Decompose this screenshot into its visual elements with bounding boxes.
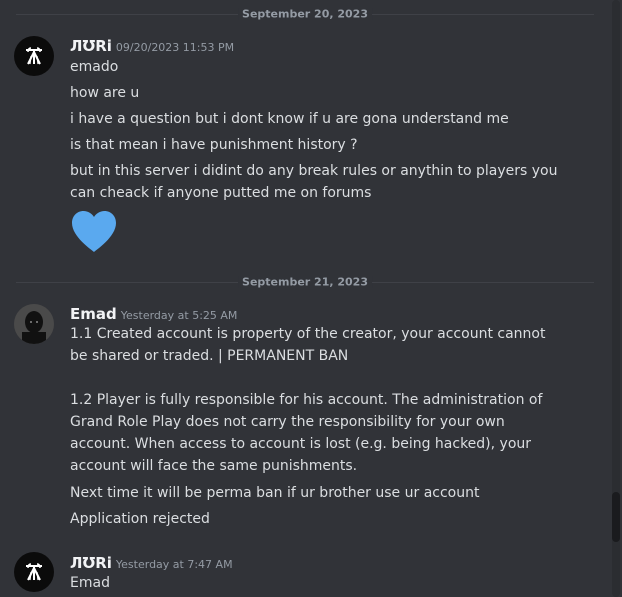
message-text: i have a question but i dont know if u a… (70, 111, 509, 127)
author-name[interactable]: ЛƱRi (70, 37, 112, 55)
avatar[interactable] (14, 304, 54, 344)
blue-heart-emoji-icon (72, 211, 116, 252)
date-divider: September 21, 2023 (16, 275, 594, 289)
hooded-figure-avatar-icon (14, 304, 54, 344)
author-name[interactable]: ЛƱRi (70, 554, 112, 572)
tripod-logo-icon (26, 563, 42, 581)
tripod-logo-icon (26, 47, 42, 65)
message-timestamp: Yesterday at 5:25 AM (120, 309, 238, 322)
message-header: ЛƱRi 09/20/2023 11:53 PM (70, 36, 234, 55)
avatar[interactable] (14, 36, 54, 76)
message-text: emado (70, 59, 119, 75)
author-name[interactable]: Emad (70, 305, 117, 323)
message-text: Emad (70, 575, 110, 591)
message-text: how are u (70, 85, 140, 101)
scrollbar-thumb[interactable] (612, 492, 620, 542)
date-divider-label: September 20, 2023 (238, 7, 372, 21)
message-timestamp: Yesterday at 7:47 AM (115, 558, 233, 571)
message-header: Emad Yesterday at 5:25 AM (70, 304, 237, 323)
message-text: but in this server i didint do any break… (70, 163, 558, 201)
message-text: Application rejected (70, 511, 210, 527)
date-divider: September 20, 2023 (16, 7, 594, 21)
message-text: Next time it will be perma ban if ur bro… (70, 485, 480, 501)
message-text: 1.2 Player is fully responsible for his … (70, 392, 543, 474)
date-divider-label: September 21, 2023 (238, 275, 372, 289)
message-text: is that mean i have punishment history ? (70, 137, 358, 153)
message-timestamp: 09/20/2023 11:53 PM (115, 41, 235, 54)
avatar[interactable] (14, 552, 54, 592)
message-header: ЛƱRi Yesterday at 7:47 AM (70, 553, 233, 572)
message-text: 1.1 Created account is property of the c… (70, 326, 546, 364)
